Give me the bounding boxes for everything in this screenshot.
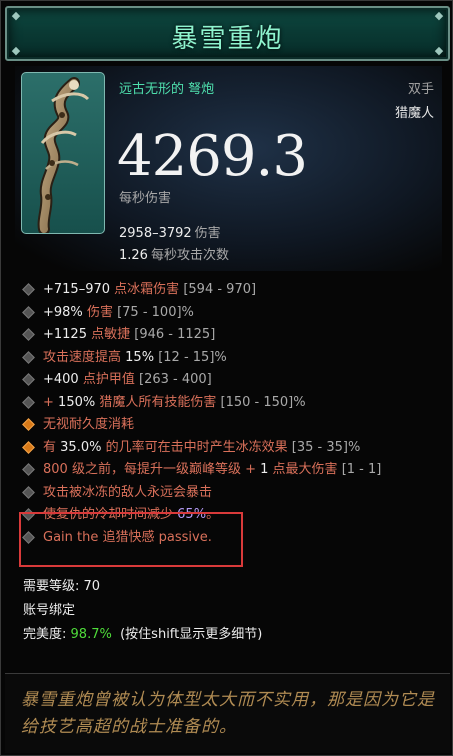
affix-cold-damage: +715–970 点冰霜伤害 [594 - 970] [22, 279, 443, 302]
affix-damage-percent: +98% 伤害 [75 - 100]% [22, 302, 443, 325]
class-requirement: 猎魔人 [394, 106, 434, 121]
affix-list: +715–970 点冰霜伤害 [594 - 970] +98% 伤害 [75 -… [22, 279, 443, 549]
dps-value: 4269.3 [117, 124, 308, 189]
affix-armor: +400 点护甲值 [263 - 400] [22, 369, 443, 392]
affix-attack-speed: 攻击速度提高 15% [12 - 15]% [22, 347, 443, 370]
item-slot: 双手 [407, 82, 434, 97]
attacks-per-second: 1.26 每秒攻击次数 [119, 248, 229, 263]
diamond-bullet-icon [22, 350, 35, 364]
affix-skill-damage: + 150% 猎魔人所有技能伤害 [150 - 150]% [22, 392, 443, 415]
item-summary: 远古无形的 弩炮 双手 猎魔人 4269.3 每秒伤害 2958–3792 伤害 … [15, 66, 442, 271]
orange-diamond-bullet-icon [22, 418, 35, 431]
diamond-bullet-icon [22, 373, 35, 386]
required-level: 需要等级: 70 [23, 579, 101, 594]
perfection: 完美度: 98.7% (按住shift显示更多细节) [23, 627, 263, 642]
diamond-bullet-icon [22, 328, 35, 341]
flavor-text: 暴雪重炮曾被认为体型太大而不实用，那是因为它是给技艺高超的战士准备的。 [21, 690, 435, 737]
item-tooltip: ◆ ◆ ◆ ◆ 暴雪重炮 远古无形的 弩炮 双手 猎魔人 4269.3 每秒伤害… [0, 0, 453, 756]
diamond-bullet-icon [22, 463, 35, 476]
diamond-bullet-icon [22, 395, 35, 409]
damage-range: 2958–3792 伤害 [119, 226, 221, 241]
legendary-affix-highlight [19, 512, 243, 567]
affix-paragon-damage: 800 级之前，每提升一级巅峰等级 + 1 点最大伤害 [1 - 1] [22, 459, 443, 482]
affix-freeze-chance: 有 35.0% 的几率可在击中时产生冰冻效果 [35 - 35]% [22, 437, 443, 460]
diamond-bullet-icon [22, 283, 35, 296]
item-requirements: 需要等级: 70 账号绑定 完美度: 98.7% (按住shift显示更多细节) [23, 575, 262, 647]
affix-ignore-durability: 无视耐久度消耗 [22, 414, 443, 437]
diamond-bullet-icon [22, 485, 35, 499]
diamond-bullet-icon [22, 305, 35, 319]
affix-dexterity: +1125 点敏捷 [946 - 1125] [22, 324, 443, 347]
item-name: 暴雪重炮 [171, 24, 284, 54]
affix-frozen-crit: 攻击被冰冻的敌人永远会暴击 [22, 482, 443, 505]
item-name-header: ◆ ◆ ◆ ◆ 暴雪重炮 [5, 6, 450, 61]
dps-label: 每秒伤害 [119, 191, 172, 206]
flavor-text-box: 暴雪重炮曾被认为体型太大而不实用，那是因为它是给技艺高超的战士准备的。 [5, 673, 450, 753]
account-bound: 账号绑定 [23, 603, 76, 618]
orange-diamond-bullet-icon [22, 440, 35, 454]
crossbow-icon [21, 72, 105, 234]
item-type: 远古无形的 弩炮 [119, 82, 215, 97]
